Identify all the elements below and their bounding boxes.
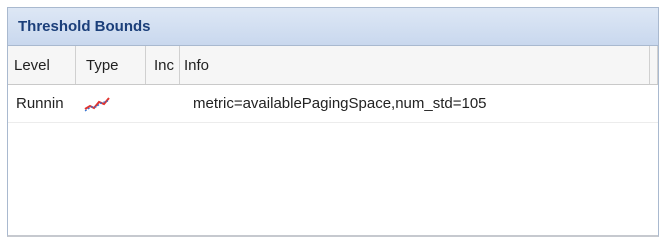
column-header-info[interactable]: Info <box>180 46 650 84</box>
threshold-bounds-panel: Threshold Bounds Level Type Inc Info Run… <box>7 7 659 237</box>
panel-title: Threshold Bounds <box>18 18 151 35</box>
column-header-level[interactable]: Level <box>8 46 76 84</box>
panel-header: Threshold Bounds <box>8 8 658 46</box>
cell-level: Runnin <box>16 95 64 112</box>
column-header-filler <box>650 46 658 84</box>
column-header-type[interactable]: Type <box>76 46 146 84</box>
column-header-inc[interactable]: Inc <box>146 46 180 84</box>
table-header: Level Type Inc Info <box>8 46 658 85</box>
cell-inc <box>146 85 180 122</box>
trend-line-icon <box>84 95 110 113</box>
cell-filler <box>650 85 658 122</box>
cell-info: metric=availablePagingSpace,num_std=105 <box>193 95 487 112</box>
cell-type <box>76 85 146 122</box>
table-row[interactable]: Runnin metric=availablePagingSpace,num_s… <box>8 85 658 123</box>
